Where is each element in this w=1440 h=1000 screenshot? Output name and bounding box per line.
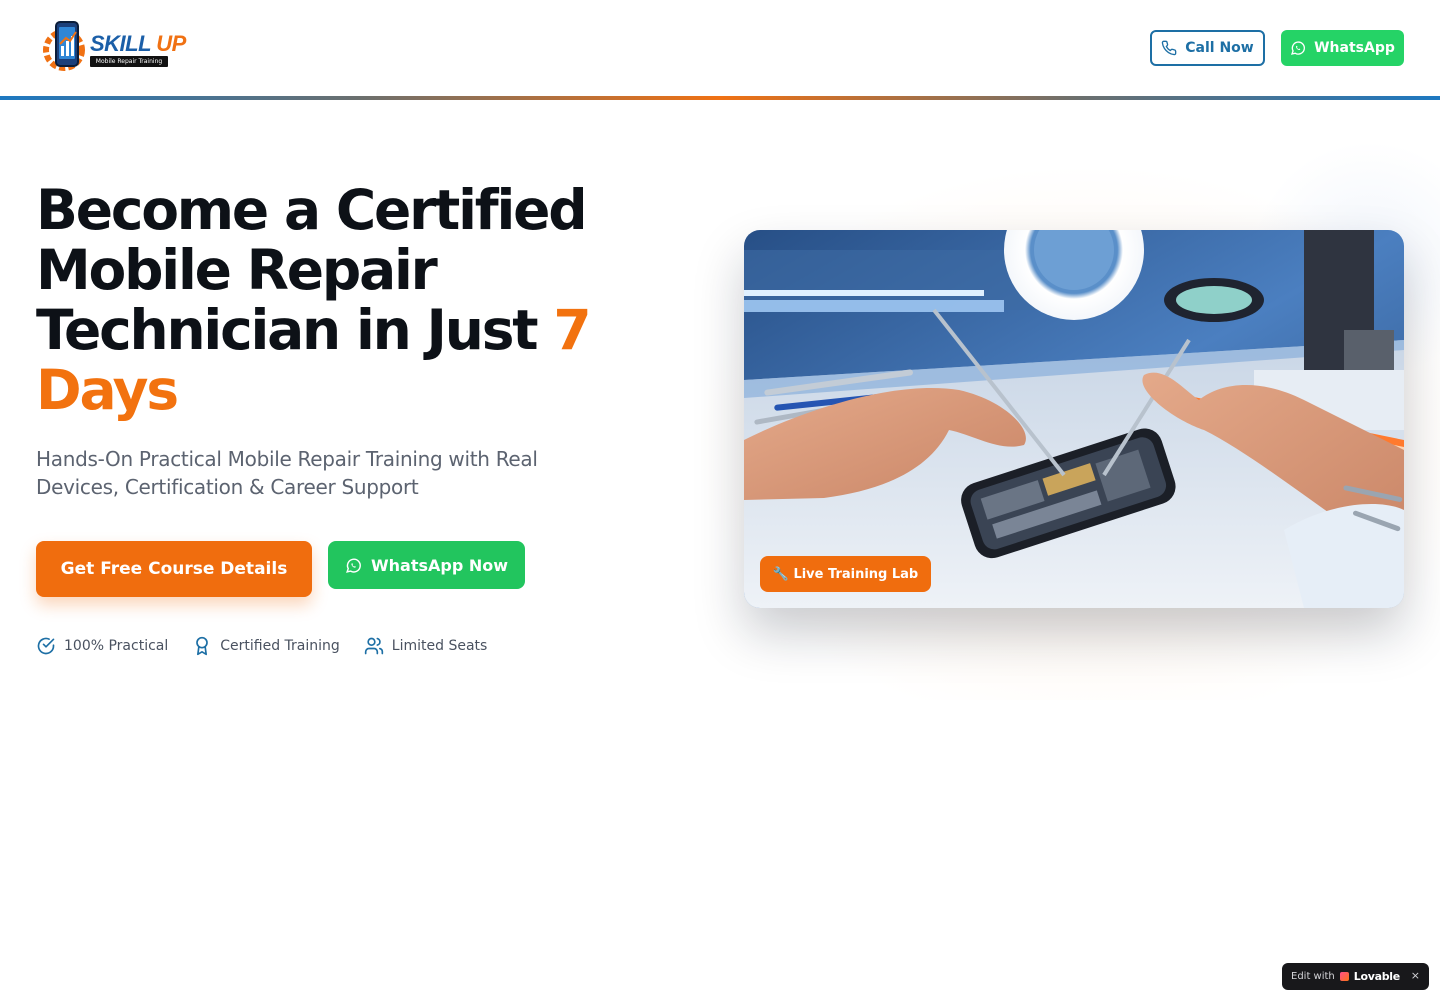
users-icon [364,637,383,655]
logo-wordmark: SKILL UP [90,31,186,56]
header-gradient-divider [0,96,1440,100]
call-now-button[interactable]: Call Now [1150,30,1265,66]
lovable-heart-icon [1339,972,1349,981]
award-icon [196,636,209,656]
feature-label: Certified Training [220,638,340,654]
site-header: SKILL UP Mobile Repair Training Call Now… [0,0,1440,96]
feature-label: Limited Seats [391,638,488,654]
repair-lab-illustration [744,230,1404,608]
close-icon[interactable]: × [1411,969,1420,982]
whatsapp-icon [346,558,361,573]
whatsapp-header-button[interactable]: WhatsApp [1281,30,1404,66]
logo-gear-phone-icon [43,21,85,71]
headline-main: Become a Certified Mobile Repair Technic… [36,178,588,362]
edit-with-lovable-badge[interactable]: Edit with Lovable × [1282,963,1429,990]
whatsapp-icon [1291,41,1306,55]
hero-image [744,230,1404,608]
lovable-brand: Lovable [1353,970,1400,983]
whatsapp-now-button[interactable]: WhatsApp Now [328,541,525,589]
feature-certified: Certified Training [192,636,340,656]
phone-icon [1161,40,1177,56]
check-circle-icon [37,637,55,655]
hero-headline: Become a Certified Mobile Repair Technic… [36,180,676,420]
call-now-label: Call Now [1185,40,1254,56]
get-course-details-button[interactable]: Get Free Course Details [36,541,312,597]
feature-label: 100% Practical [64,638,169,654]
feature-practical: 100% Practical [36,636,168,656]
whatsapp-now-label: WhatsApp Now [370,555,509,575]
feature-list: 100% Practical Certified Training Limite… [36,636,487,656]
whatsapp-header-label: WhatsApp [1314,40,1395,56]
live-training-lab-badge: 🔧 Live Training Lab [760,556,931,592]
feature-limited-seats: Limited Seats [364,636,488,656]
logo-tagline: Mobile Repair Training [90,56,168,67]
lovable-prefix: Edit with [1291,971,1335,982]
hero-subline: Hands-On Practical Mobile Repair Trainin… [36,447,538,499]
logo[interactable]: SKILL UP Mobile Repair Training [42,18,186,74]
